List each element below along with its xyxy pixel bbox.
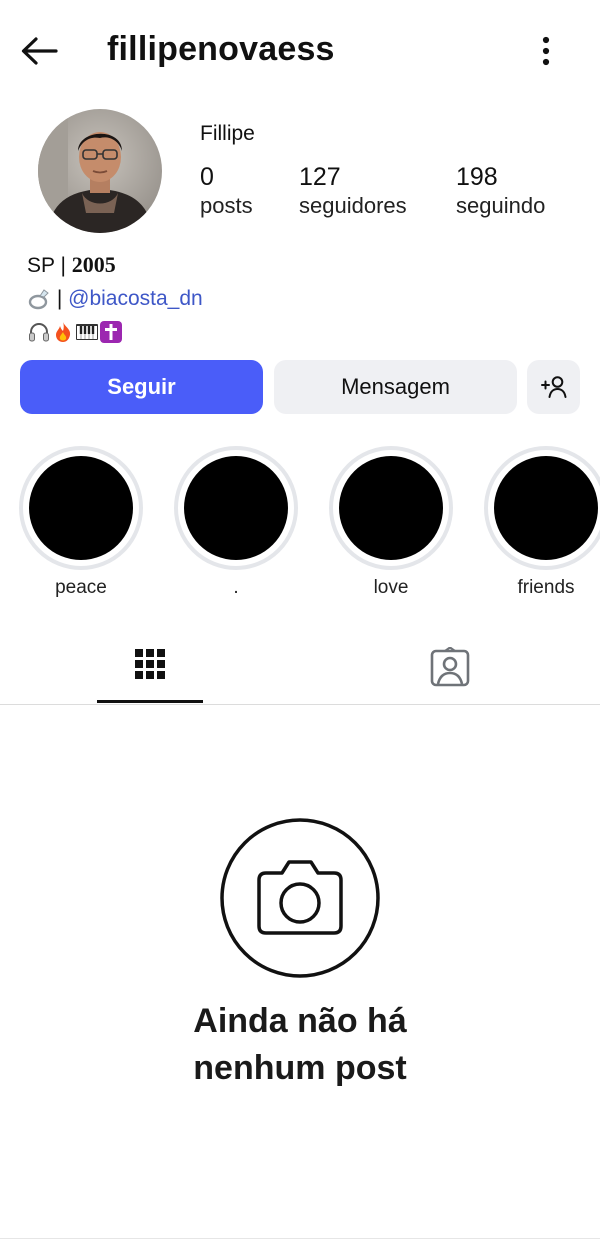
- empty-state-camera: [220, 818, 380, 978]
- bio-line-2: | @biacosta_dn: [27, 282, 203, 315]
- piano-keys-emoji-icon: [76, 324, 98, 341]
- avatar[interactable]: [38, 109, 162, 233]
- highlight-ring: [19, 446, 143, 570]
- empty-state-title-line-2: nenhum post: [193, 1049, 407, 1087]
- bio-line-3: [27, 315, 203, 348]
- add-user-icon: [540, 376, 566, 398]
- bio-mention-link[interactable]: @biacosta_dn: [68, 287, 203, 310]
- stat-followers-label: seguidores: [299, 193, 407, 218]
- fire-emoji-icon: [56, 322, 71, 343]
- arrow-left-icon: [21, 37, 58, 65]
- camera-icon: [220, 818, 380, 978]
- empty-state-title: Ainda não há nenhum post: [0, 998, 600, 1092]
- bio-line-1: SP | 2005: [27, 248, 203, 282]
- highlight-cover: [29, 456, 133, 560]
- highlight-love[interactable]: love: [329, 446, 453, 599]
- bottom-divider: [0, 1238, 600, 1239]
- highlight-peace[interactable]: peace: [19, 446, 143, 599]
- stat-following-label: seguindo: [456, 193, 546, 218]
- ring-emoji-icon: [28, 289, 49, 310]
- bio-year: 2005: [71, 252, 116, 277]
- stat-posts[interactable]: 0 posts: [200, 163, 253, 221]
- profile-photo: [38, 109, 162, 233]
- bio-separator: |: [51, 287, 69, 310]
- more-vertical-icon: [542, 36, 550, 66]
- stat-followers[interactable]: 127 seguidores: [299, 163, 407, 221]
- tab-posts-grid[interactable]: [97, 630, 203, 704]
- highlight-cover: [339, 456, 443, 560]
- tab-active-indicator: [97, 700, 203, 703]
- back-button[interactable]: [18, 30, 62, 74]
- highlight-ring: [329, 446, 453, 570]
- highlight-ring: [174, 446, 298, 570]
- stat-posts-value: 0: [200, 163, 214, 191]
- tab-tagged[interactable]: [397, 630, 503, 704]
- highlight-ring: [484, 446, 600, 570]
- profile-username: fillipenovaess: [107, 30, 335, 68]
- top-bar: fillipenovaess: [0, 0, 600, 100]
- stat-following[interactable]: 198 seguindo: [456, 163, 545, 221]
- highlight-label: friends: [517, 577, 575, 598]
- display-name: Fillipe: [200, 122, 255, 145]
- tab-divider: [0, 704, 600, 705]
- stat-followers-value: 127: [299, 163, 341, 191]
- headphones-emoji-icon: [29, 323, 49, 342]
- latin-cross-emoji-icon: [100, 321, 122, 344]
- highlight-dot[interactable]: .: [174, 446, 298, 599]
- highlight-cover: [184, 456, 288, 560]
- bio: SP | 2005 | @biacosta_dn: [27, 248, 203, 348]
- message-button[interactable]: Mensagem: [274, 360, 517, 414]
- highlight-cover: [494, 456, 598, 560]
- highlight-friends[interactable]: friends: [484, 446, 600, 599]
- highlight-label: love: [373, 577, 409, 598]
- stat-following-value: 198: [456, 163, 498, 191]
- empty-state-title-line-1: Ainda não há: [193, 1002, 407, 1040]
- bio-location: SP |: [27, 254, 72, 277]
- grid-icon: [135, 649, 165, 679]
- highlight-label: .: [233, 577, 239, 598]
- highlight-label: peace: [55, 577, 107, 598]
- tagged-user-icon: [430, 647, 470, 687]
- more-options-button[interactable]: [530, 30, 562, 74]
- suggest-users-button[interactable]: [527, 360, 580, 414]
- follow-button[interactable]: Seguir: [20, 360, 263, 414]
- stat-posts-label: posts: [200, 193, 253, 218]
